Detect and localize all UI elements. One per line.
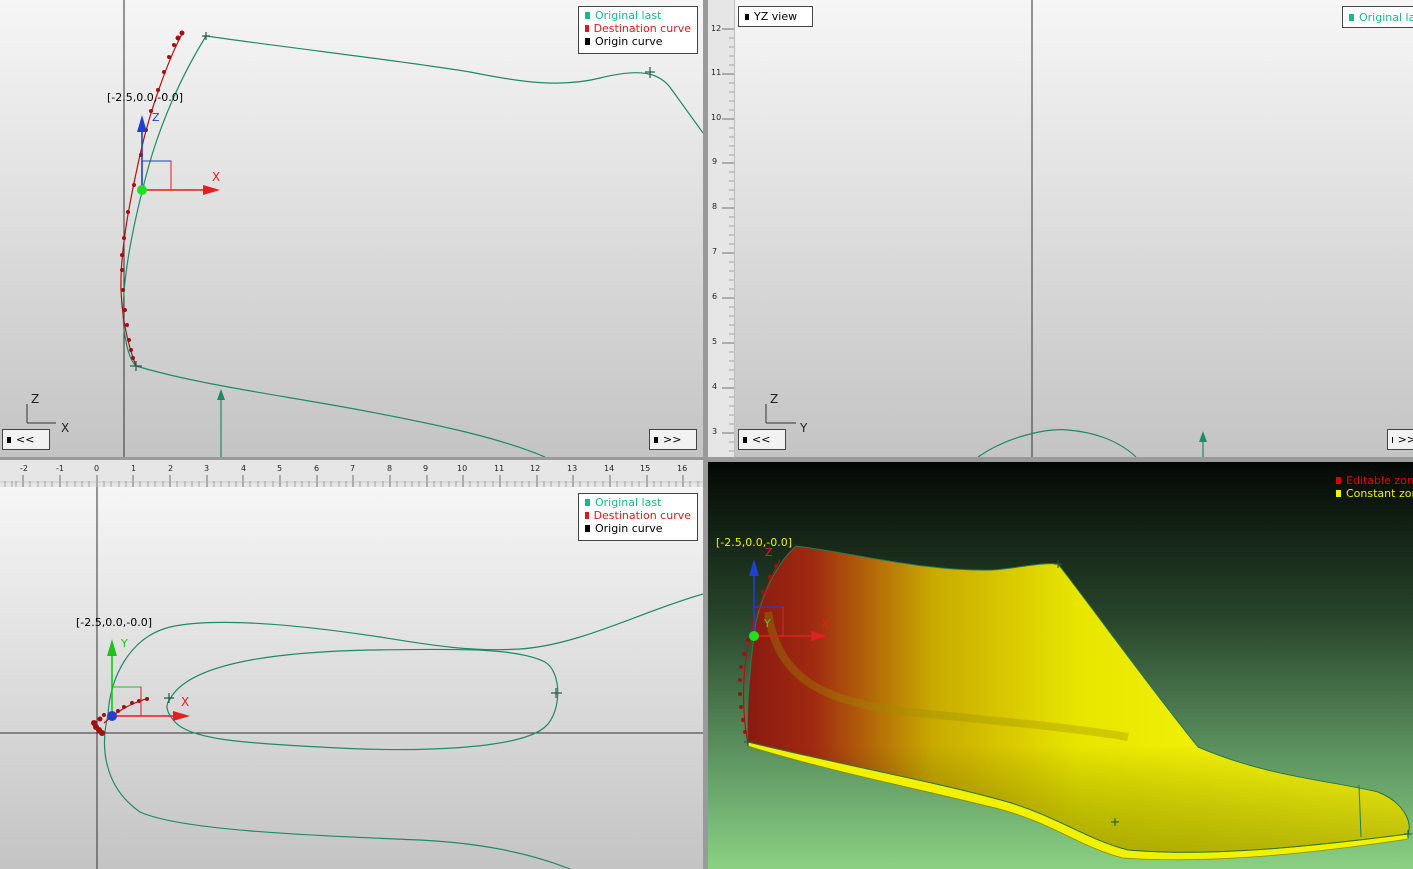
legend-swatch-green bbox=[585, 12, 590, 19]
last-insole-outline bbox=[166, 648, 559, 751]
gizmo-x-label: X bbox=[212, 170, 220, 184]
legend-editable-zone: Editable zon bbox=[1336, 474, 1413, 487]
3d-gizmo-x-label: X bbox=[821, 617, 829, 631]
horizontal-ruler: -2 -1 0 1 2 3 4 5 6 7 8 9 10 11 12 13 14… bbox=[0, 460, 703, 488]
xy-canvas[interactable]: Y X bbox=[0, 487, 703, 869]
gizmo-z-label: Z bbox=[152, 111, 160, 124]
xy-legend-origin-curve: Origin curve bbox=[585, 522, 691, 535]
legend-destination-curve: Destination curve bbox=[585, 22, 691, 35]
last-outer-outline-top bbox=[107, 593, 703, 716]
3d-gizmo-y-label: Y bbox=[763, 617, 771, 630]
yz-viewport[interactable]: 12 11 10 9 8 7 6 5 4 3 Z Y YZ view Origi… bbox=[708, 0, 1413, 457]
yz-prev-button[interactable]: << bbox=[738, 429, 786, 450]
origin-arrow-head bbox=[217, 389, 225, 400]
control-points[interactable] bbox=[130, 32, 655, 371]
legend-swatch-red bbox=[585, 25, 589, 32]
yz-view-label: YZ view bbox=[738, 6, 813, 27]
xz-coordinate-label: [-2.5,0.0,-0.0] bbox=[107, 91, 183, 104]
xy-gizmo-y-label: Y bbox=[120, 637, 128, 650]
xz-prev-button[interactable]: << bbox=[2, 429, 50, 450]
yz-next-button[interactable]: >> bbox=[1387, 429, 1413, 450]
3d-coordinate-label: [-2.5,0.0,-0.0] bbox=[716, 536, 792, 549]
xz-viewport[interactable]: Z X Z X [-2.5,0.0,-0.0] Original last De… bbox=[0, 0, 703, 457]
xy-control-points[interactable] bbox=[164, 688, 562, 703]
xy-gizmo-x-label: X bbox=[181, 695, 189, 709]
xz-canvas[interactable]: Z X Z X bbox=[0, 0, 703, 457]
xz-corner-axes bbox=[26, 404, 56, 424]
legend-origin-curve: Origin curve bbox=[585, 35, 691, 48]
last-heel-profile bbox=[122, 35, 207, 367]
last-outer-outline-bottom bbox=[103, 714, 571, 869]
legend-swatch-black bbox=[585, 38, 590, 45]
3d-legend: Editable zon Constant zon bbox=[1336, 474, 1413, 500]
xy-viewport[interactable]: Y X [-2.5,0.0,-0.0] Original last Destin… bbox=[0, 487, 703, 869]
yz-legend: Original la bbox=[1342, 6, 1413, 28]
last-bottom-profile bbox=[135, 365, 546, 457]
yz-legend-original-last: Original la bbox=[1349, 11, 1413, 24]
xz-next-button[interactable]: >> bbox=[649, 429, 697, 450]
3d-canvas[interactable]: Z Y X bbox=[708, 462, 1413, 869]
legend-constant-zone: Constant zon bbox=[1336, 487, 1413, 500]
corner-z-label: Z bbox=[31, 392, 39, 406]
destination-curve bbox=[120, 31, 184, 367]
xy-legend-destination-curve: Destination curve bbox=[585, 509, 691, 522]
xy-legend: Original last Destination curve Origin c… bbox=[578, 493, 698, 541]
yz-corner-axes bbox=[765, 404, 796, 424]
yz-canvas[interactable]: Z Y bbox=[708, 0, 1413, 457]
yz-corner-y-label: Y bbox=[799, 421, 808, 435]
yz-corner-z-label: Z bbox=[770, 392, 778, 406]
3d-viewport[interactable]: Z Y X [-2.5,0.0,-0.0] Editable zon Const… bbox=[708, 462, 1413, 869]
xy-gizmo[interactable] bbox=[107, 639, 190, 721]
destination-curve-points[interactable] bbox=[120, 30, 185, 361]
yz-origin-arrow-head bbox=[1199, 431, 1207, 442]
corner-x-label: X bbox=[61, 421, 69, 435]
yz-last-section bbox=[977, 429, 1137, 457]
xz-gizmo[interactable] bbox=[137, 115, 220, 195]
xy-legend-original-last: Original last bbox=[585, 496, 691, 509]
xz-legend: Original last Destination curve Origin c… bbox=[578, 6, 698, 54]
legend-original-last: Original last bbox=[585, 9, 691, 22]
xy-coordinate-label: [-2.5,0.0,-0.0] bbox=[76, 616, 152, 629]
